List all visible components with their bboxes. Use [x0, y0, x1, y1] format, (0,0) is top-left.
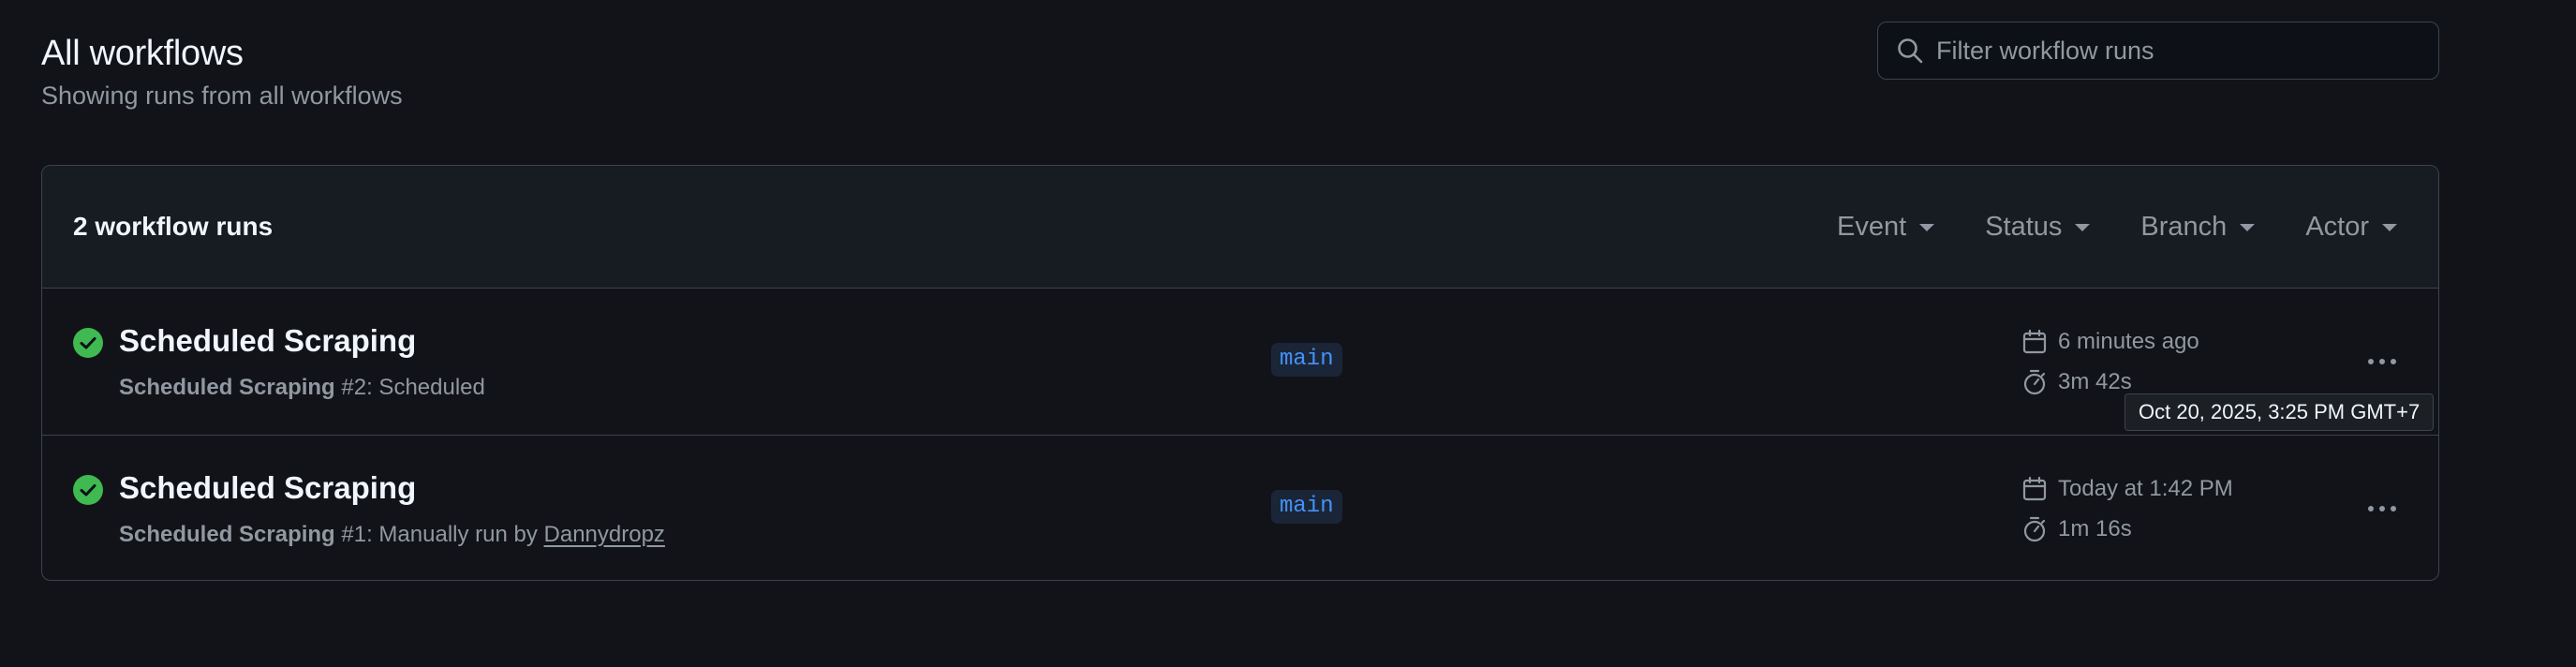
success-check-icon [73, 475, 103, 505]
run-duration-text: 1m 16s [2058, 516, 2132, 541]
filter-status-label: Status [1985, 212, 2063, 242]
page-subtitle: Showing runs from all workflows [41, 82, 403, 110]
run-trigger: : Scheduled [366, 375, 485, 400]
run-duration-text: 3m 42s [2058, 369, 2132, 394]
success-check-icon [73, 328, 103, 358]
run-date-text: 6 minutes ago [2058, 329, 2199, 354]
caret-down-icon [2240, 223, 2256, 231]
run-duration: 1m 16s [2021, 515, 2132, 543]
caret-down-icon [1919, 223, 1935, 231]
runs-count: 2 workflow runs [73, 212, 274, 241]
kebab-dot [2379, 506, 2385, 511]
run-number: #1 [341, 522, 367, 547]
page-header: All workflows Showing runs from all work… [41, 32, 403, 112]
workflow-runs-list: 2 workflow runs Event Status Branch Acto… [41, 165, 2439, 581]
caret-down-icon [2075, 223, 2091, 231]
run-subtitle: Scheduled Scraping #2: Scheduled [119, 375, 485, 401]
filter-search-input[interactable] [1936, 36, 2423, 66]
run-date[interactable]: 6 minutes ago [2021, 328, 2199, 356]
filter-event[interactable]: Event [1837, 212, 1935, 243]
filter-bar: Event Status Branch Actor [1786, 166, 2397, 289]
search-icon [1898, 38, 1923, 64]
more-options-button[interactable] [2360, 492, 2405, 526]
filter-status[interactable]: Status [1985, 212, 2091, 243]
run-duration: 3m 42s [2021, 368, 2132, 396]
caret-down-icon [2382, 223, 2397, 231]
more-options-button[interactable] [2360, 345, 2405, 378]
branch-badge[interactable]: main [1271, 343, 1342, 377]
filter-actor[interactable]: Actor [2305, 212, 2397, 243]
kebab-dot [2368, 359, 2374, 364]
filter-actor-label: Actor [2305, 212, 2369, 242]
workflow-run-row[interactable]: Scheduled Scraping Scheduled Scraping #1… [42, 435, 2438, 580]
stopwatch-icon [2023, 369, 2046, 395]
page-title: All workflows [41, 34, 244, 73]
run-number: #2 [341, 375, 367, 400]
kebab-dot [2391, 506, 2396, 511]
runs-list-header: 2 workflow runs Event Status Branch Acto… [42, 166, 2438, 289]
calendar-icon [2022, 329, 2047, 354]
filter-branch-label: Branch [2140, 212, 2228, 242]
run-trigger: : Manually run by [366, 522, 544, 547]
actor-link[interactable]: Dannydropz [544, 522, 665, 547]
filter-search-box[interactable] [1877, 22, 2439, 80]
filter-branch[interactable]: Branch [2140, 212, 2256, 243]
run-subtitle: Scheduled Scraping #1: Manually run by D… [119, 522, 665, 548]
kebab-dot [2391, 359, 2396, 364]
run-date-text: Today at 1:42 PM [2058, 476, 2233, 501]
kebab-dot [2368, 506, 2374, 511]
workflow-run-row[interactable]: Scheduled Scraping Scheduled Scraping #2… [42, 289, 2438, 435]
date-tooltip: Oct 20, 2025, 3:25 PM GMT+7 [2124, 393, 2435, 431]
stopwatch-icon [2023, 516, 2046, 542]
run-title-link[interactable]: Scheduled Scraping [119, 323, 416, 359]
run-workflow-name: Scheduled Scraping [119, 375, 335, 400]
kebab-dot [2379, 359, 2385, 364]
run-date[interactable]: Today at 1:42 PM [2021, 475, 2233, 503]
branch-badge[interactable]: main [1271, 490, 1342, 524]
run-workflow-name: Scheduled Scraping [119, 522, 335, 547]
run-title-link[interactable]: Scheduled Scraping [119, 470, 416, 506]
filter-event-label: Event [1837, 212, 1907, 242]
calendar-icon [2022, 476, 2047, 501]
